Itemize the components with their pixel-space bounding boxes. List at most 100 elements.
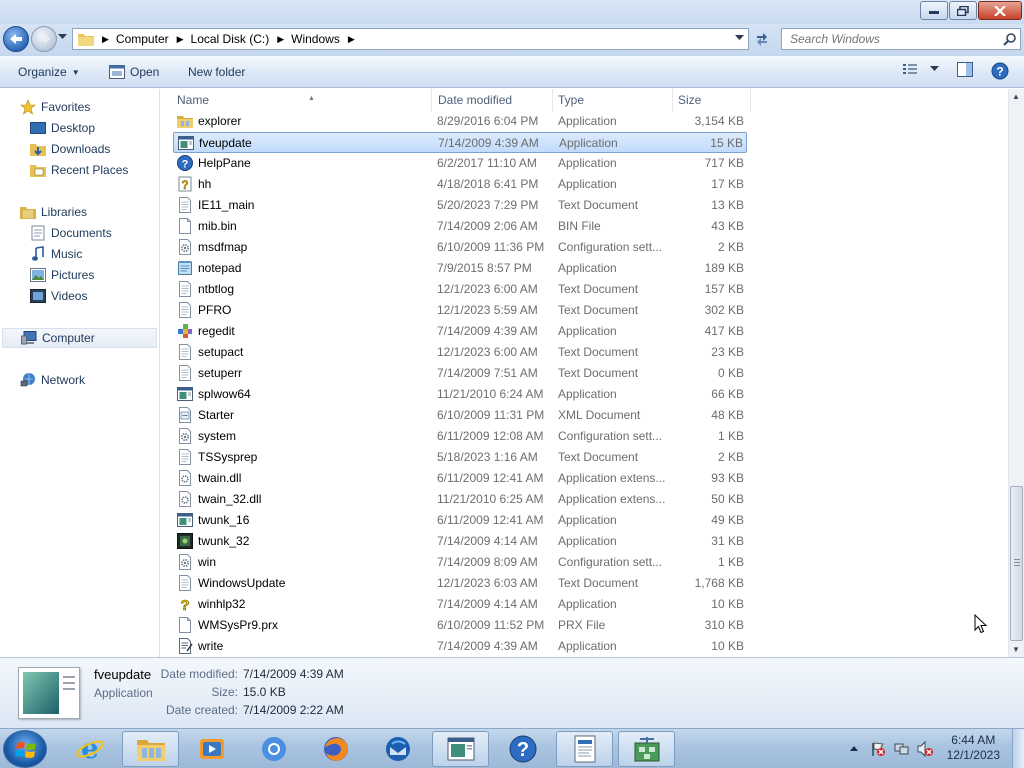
file-row[interactable]: twain.dll 6/11/2009 12:41 AM Application e… — [173, 468, 747, 489]
system-tray: 6:44 AM 12/1/2023 — [844, 729, 1024, 768]
breadcrumb-computer[interactable]: Computer — [116, 32, 169, 46]
file-row[interactable]: setuperr 7/14/2009 7:51 AM Text Document 0 … — [173, 363, 747, 384]
taskbar-media-player[interactable] — [183, 731, 240, 767]
file-row[interactable]: twain_32.dll 11/21/2010 6:25 AM Applicatio… — [173, 489, 747, 510]
view-options-button[interactable] — [902, 62, 939, 76]
breadcrumb-separator[interactable]: ▶ — [177, 34, 184, 45]
file-row[interactable]: system 6/11/2009 12:08 AM Configuration se… — [173, 426, 747, 447]
breadcrumb-local-disk[interactable]: Local Disk (C:) — [191, 32, 270, 46]
file-row[interactable]: twunk_16 6/11/2009 12:41 AM Application 49 … — [173, 510, 747, 531]
scroll-down-arrow-icon[interactable]: ▼ — [1012, 645, 1020, 654]
address-dropdown-icon[interactable] — [735, 35, 744, 41]
help-button[interactable]: ? — [991, 62, 1009, 80]
close-button[interactable] — [978, 1, 1022, 20]
file-date-modified: 12/1/2023 5:59 AM — [437, 303, 538, 317]
taskbar-app-window[interactable] — [432, 731, 489, 767]
column-label: Size — [678, 93, 702, 107]
file-row[interactable]: twunk_32 7/14/2009 4:14 AM Application 31 K… — [173, 531, 747, 552]
file-size: 31 KB — [711, 534, 744, 548]
taskbar-internet-explorer[interactable]: e — [61, 731, 118, 767]
file-size: 50 KB — [711, 492, 744, 506]
show-desktop-button[interactable] — [1012, 729, 1024, 768]
file-row[interactable]: ? HelpPane 6/2/2017 11:10 AM Application 717… — [173, 153, 747, 174]
restore-button[interactable] — [949, 1, 977, 20]
mouse-cursor-icon — [974, 614, 988, 634]
column-header-name[interactable]: Name ▲ — [172, 89, 432, 112]
new-folder-button[interactable]: New folder — [188, 65, 245, 79]
file-row[interactable]: notepad 7/9/2015 8:57 PM Application 189 KB — [173, 258, 747, 279]
nav-desktop[interactable]: Desktop — [30, 118, 95, 138]
file-row[interactable]: ? winhlp32 7/14/2009 4:14 AM Application 10 … — [173, 594, 747, 615]
file-row[interactable]: explorer 8/29/2016 6:04 PM Application 3,15… — [173, 111, 747, 132]
show-hidden-icons-chevron-icon[interactable] — [850, 745, 858, 751]
breadcrumb-separator[interactable]: ▶ — [277, 34, 284, 45]
taskbar-file-explorer[interactable] — [122, 731, 179, 767]
preview-pane-button[interactable] — [957, 62, 973, 77]
scrollbar-thumb[interactable] — [1010, 486, 1023, 641]
file-size: 13 KB — [711, 198, 744, 212]
file-date-modified: 11/21/2010 6:24 AM — [437, 387, 544, 401]
open-button[interactable]: Open — [109, 65, 159, 79]
organize-menu[interactable]: Organize ▼ — [18, 65, 80, 79]
breadcrumb-separator[interactable]: ▶ — [348, 34, 355, 45]
search-icon[interactable] — [1003, 33, 1016, 46]
nav-music[interactable]: Music — [30, 244, 82, 264]
nav-videos[interactable]: Videos — [30, 286, 87, 306]
refresh-button[interactable] — [750, 28, 774, 50]
file-row[interactable]: IE11_main 5/20/2023 7:29 PM Text Document 1… — [173, 195, 747, 216]
taskbar-document-viewer[interactable] — [556, 731, 613, 767]
file-name: winhlp32 — [198, 597, 246, 611]
nav-favorites[interactable]: Favorites — [20, 97, 90, 117]
pictures-icon — [30, 267, 46, 283]
scroll-up-arrow-icon[interactable]: ▲ — [1012, 92, 1020, 101]
taskbar-chrome[interactable] — [245, 731, 302, 767]
nav-recent-places[interactable]: Recent Places — [30, 160, 128, 180]
file-row[interactable]: WindowsUpdate 12/1/2023 6:03 AM Text Docum… — [173, 573, 747, 594]
file-row[interactable]: fveupdate 7/14/2009 4:39 AM Application 15 … — [173, 132, 747, 153]
nav-network[interactable]: Network — [20, 370, 85, 390]
column-header-date-modified[interactable]: Date modified — [433, 89, 553, 112]
breadcrumb-separator[interactable]: ▶ — [102, 34, 109, 45]
volume-muted-icon[interactable] — [916, 741, 934, 757]
address-bar[interactable]: ▶ Computer ▶ Local Disk (C:) ▶ Windows ▶ — [72, 28, 749, 50]
taskbar-thunderbird[interactable] — [369, 731, 426, 767]
nav-documents[interactable]: Documents — [30, 223, 112, 243]
file-row[interactable]: PFRO 12/1/2023 5:59 AM Text Document 302 KB — [173, 300, 747, 321]
column-header-type[interactable]: Type — [553, 89, 673, 112]
file-row[interactable]: ? hh 4/18/2018 6:41 PM Application 17 KB — [173, 174, 747, 195]
file-row[interactable]: ntbtlog 12/1/2023 6:00 AM Text Document 157… — [173, 279, 747, 300]
network-status-icon[interactable] — [894, 741, 910, 757]
vertical-scrollbar[interactable]: ▲ ▼ — [1008, 89, 1024, 657]
file-row[interactable]: write 7/14/2009 4:39 AM Application 10 KB — [173, 636, 747, 657]
taskbar-network-app[interactable] — [618, 731, 675, 767]
file-row[interactable]: mib.bin 7/14/2009 2:06 AM BIN File 43 KB — [173, 216, 747, 237]
nav-computer[interactable]: Computer — [2, 328, 157, 348]
file-type: Configuration sett... — [558, 240, 663, 254]
nav-pictures[interactable]: Pictures — [30, 265, 94, 285]
taskbar-help[interactable]: ? — [494, 731, 551, 767]
breadcrumb-windows[interactable]: Windows — [291, 32, 340, 46]
taskbar-firefox[interactable] — [307, 731, 364, 767]
file-row[interactable]: win 7/14/2009 8:09 AM Configuration sett..… — [173, 552, 747, 573]
minimize-button[interactable] — [920, 1, 948, 20]
file-row[interactable]: splwow64 11/21/2010 6:24 AM Application 66 … — [173, 384, 747, 405]
column-header-size[interactable]: Size — [673, 89, 751, 112]
recent-pages-dropdown[interactable] — [58, 34, 67, 40]
nav-downloads[interactable]: Downloads — [30, 139, 110, 159]
file-row[interactable]: WMSysPr9.prx 6/10/2009 11:52 PM PRX File 31… — [173, 615, 747, 636]
clock[interactable]: 6:44 AM 12/1/2023 — [947, 733, 1000, 763]
file-row[interactable]: msdfmap 6/10/2009 11:36 PM Configuration s… — [173, 237, 747, 258]
start-button[interactable] — [3, 730, 47, 768]
nav-label: Pictures — [51, 268, 95, 282]
file-row[interactable]: Starter 6/10/2009 11:31 PM XML Document 48 … — [173, 405, 747, 426]
back-button[interactable] — [3, 26, 29, 52]
file-row[interactable]: TSSysprep 5/18/2023 1:16 AM Text Document 2… — [173, 447, 747, 468]
search-box[interactable] — [781, 28, 1021, 50]
forward-button[interactable] — [31, 26, 57, 52]
search-input[interactable] — [790, 32, 990, 46]
nav-libraries[interactable]: Libraries — [20, 202, 87, 222]
file-row[interactable]: setupact 12/1/2023 6:00 AM Text Document 23… — [173, 342, 747, 363]
action-center-flag-icon[interactable] — [870, 741, 886, 757]
file-row[interactable]: regedit 7/14/2009 4:39 AM Application 417 K… — [173, 321, 747, 342]
app-window-icon — [447, 737, 474, 761]
